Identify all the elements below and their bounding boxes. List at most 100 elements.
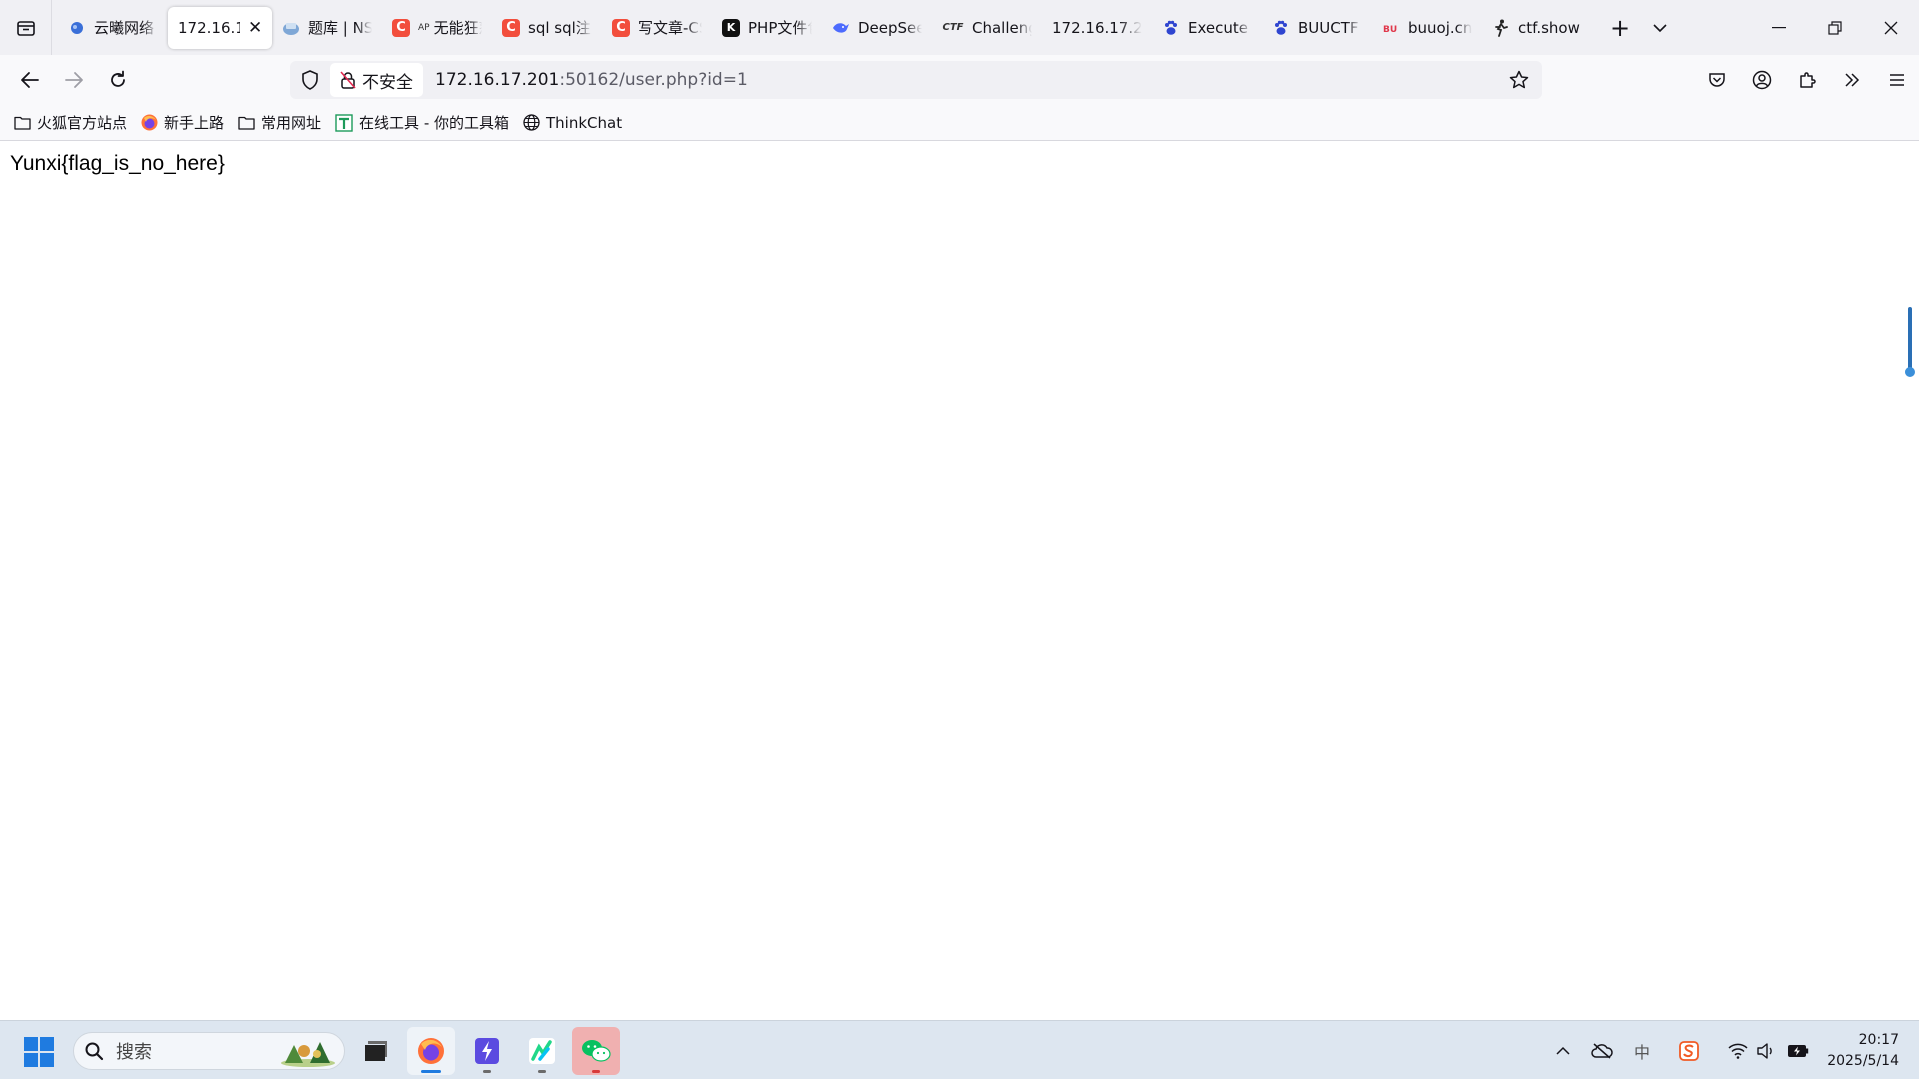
taskbar-app-2[interactable] xyxy=(463,1027,511,1075)
csdn-icon: C xyxy=(502,18,520,37)
taskbar-search[interactable]: 搜索 xyxy=(73,1032,345,1070)
reload-button[interactable] xyxy=(96,60,140,100)
running-indicator xyxy=(538,1070,546,1073)
ime-indicator[interactable]: 中 xyxy=(1629,1021,1655,1080)
close-tab-icon[interactable]: ✕ xyxy=(248,18,262,38)
page-body-text: Yunxi{flag_is_no_here} xyxy=(10,152,225,175)
tab-label: DeepSeek xyxy=(858,18,922,37)
windows-logo-icon-part xyxy=(24,1053,38,1067)
scroll-indicator[interactable] xyxy=(1905,307,1915,377)
bookmarks-toolbar: 火狐官方站点 新手上路 常用网址 在线工具 - 你的工具箱 ThinkChat xyxy=(0,105,1919,141)
csdn-icon: C xyxy=(392,18,410,37)
clock-date: 2025/5/14 xyxy=(1827,1053,1899,1069)
folder-icon xyxy=(14,116,31,130)
close-window-button[interactable] xyxy=(1863,0,1919,55)
forward-button[interactable] xyxy=(52,60,96,100)
tab-label: sql sql注入 xyxy=(528,19,592,37)
tab-csdn-1[interactable]: C AP 无能狂怒 xyxy=(382,7,492,49)
onedrive-tray[interactable] xyxy=(1588,1021,1616,1080)
firefox-view-icon xyxy=(16,20,35,36)
star-icon xyxy=(1509,70,1529,89)
tab-ip-2[interactable]: 172.16.17.201 xyxy=(1042,7,1152,49)
restore-button[interactable] xyxy=(1807,0,1863,55)
security-label: 不安全 xyxy=(362,72,413,93)
extensions-button[interactable] xyxy=(1784,55,1829,105)
tab-php[interactable]: K PHP文件包含 xyxy=(712,7,822,49)
globe-icon xyxy=(523,114,540,131)
task-view-button[interactable] xyxy=(352,1027,400,1075)
task-view-icon xyxy=(365,1041,387,1061)
clock-time: 20:17 xyxy=(1858,1032,1899,1048)
more-tools-button[interactable] xyxy=(1829,55,1874,105)
pocket-icon xyxy=(1708,73,1725,87)
tab-label: ctf.show xyxy=(1518,18,1580,37)
taskbar-app-3[interactable] xyxy=(518,1027,566,1075)
tab-execute[interactable]: Execute xyxy=(1152,7,1262,49)
pycharm-style-app-icon xyxy=(529,1038,555,1064)
minimize-button[interactable] xyxy=(1751,0,1807,55)
battery-tray[interactable] xyxy=(1784,1021,1812,1080)
firefox-icon xyxy=(141,114,158,131)
bookmark-star-button[interactable] xyxy=(1504,61,1534,99)
taskbar-wechat[interactable] xyxy=(572,1027,620,1075)
tracking-protection-button[interactable] xyxy=(290,61,330,99)
tab-buuctf[interactable]: BUUCTF xyxy=(1262,7,1372,49)
bookmark-online-tools[interactable]: 在线工具 - 你的工具箱 xyxy=(335,109,509,137)
bookmark-common-sites[interactable]: 常用网址 xyxy=(238,109,321,137)
ctf-icon: CTF xyxy=(942,22,964,33)
tab-csdn-2[interactable]: C sql sql注入 xyxy=(492,7,602,49)
tab-challenges[interactable]: CTF Challenges xyxy=(932,7,1042,49)
back-button[interactable] xyxy=(8,60,52,100)
tab-yunxi[interactable]: 云曦网络 xyxy=(58,7,168,49)
ime-label: 中 xyxy=(1633,1042,1650,1062)
show-hidden-icons-button[interactable] xyxy=(1550,1021,1576,1080)
tab-label: 题库 | NSSCTF xyxy=(308,19,372,37)
lightning-app-icon xyxy=(475,1038,499,1064)
volume-tray[interactable] xyxy=(1753,1021,1779,1080)
tab-strip: 云曦网络 172.16.17.201 ✕ 题库 | NSSCTF C AP 无能… xyxy=(0,0,1919,55)
toolbar-right xyxy=(1694,55,1919,105)
new-tab-button[interactable]: + xyxy=(1600,8,1640,48)
search-highlight-illustration-icon xyxy=(281,1042,335,1067)
start-button[interactable] xyxy=(24,1037,54,1067)
url-path: :50162/user.php?id=1 xyxy=(559,70,748,90)
taskbar-firefox[interactable] xyxy=(407,1027,455,1075)
windows-logo-icon xyxy=(24,1037,38,1051)
tab-deepseek[interactable]: DeepSeek xyxy=(822,7,932,49)
window-controls xyxy=(1751,0,1919,55)
tab-label: buuoj.cn xyxy=(1408,18,1472,37)
system-clock[interactable]: 20:17 2025/5/14 xyxy=(1827,1030,1899,1072)
insecure-lock-icon xyxy=(340,71,356,89)
firefox-icon xyxy=(418,1038,444,1064)
account-button[interactable] xyxy=(1739,55,1784,105)
firefox-view-button[interactable] xyxy=(0,0,52,55)
tab-buuoj[interactable]: BU buuoj.cn xyxy=(1372,7,1482,49)
csdn-icon: C xyxy=(612,18,630,37)
connection-not-secure-button[interactable]: 不安全 xyxy=(330,63,423,97)
k-icon: K xyxy=(722,18,740,37)
bookmark-label: 火狐官方站点 xyxy=(37,114,128,132)
list-all-tabs-button[interactable] xyxy=(1640,8,1680,48)
sogou-tray[interactable] xyxy=(1676,1021,1702,1080)
pocket-button[interactable] xyxy=(1694,55,1739,105)
wifi-icon xyxy=(1728,1043,1748,1059)
tab-ctfshow[interactable]: ctf.show xyxy=(1482,7,1600,49)
wechat-icon xyxy=(582,1040,611,1062)
scroll-indicator-bar xyxy=(1908,307,1912,373)
chevron-up-icon xyxy=(1556,1046,1570,1055)
network-tray[interactable] xyxy=(1724,1021,1752,1080)
app-menu-button[interactable] xyxy=(1874,55,1919,105)
active-indicator xyxy=(421,1070,441,1073)
tab-active-user-php[interactable]: 172.16.17.201 ✕ xyxy=(168,6,272,49)
bookmark-getting-started[interactable]: 新手上路 xyxy=(141,109,224,137)
tab-nssctf[interactable]: 题库 | NSSCTF xyxy=(272,7,382,49)
url-text[interactable]: 172.16.17.201:50162/user.php?id=1 xyxy=(435,70,748,90)
bookmark-thinkchat[interactable]: ThinkChat xyxy=(523,109,622,137)
windows-taskbar: 搜索 中 20:17 2025/5/14 xyxy=(0,1020,1919,1079)
baidu-paw-icon xyxy=(1272,19,1290,37)
sogou-s-icon xyxy=(1679,1040,1699,1061)
bookmark-firefox-official[interactable]: 火狐官方站点 xyxy=(14,109,127,137)
tab-csdn-3[interactable]: C 写文章-CSDN xyxy=(602,7,712,49)
tab-prefix: AP xyxy=(418,22,430,33)
url-bar[interactable]: 不安全 172.16.17.201:50162/user.php?id=1 xyxy=(290,61,1542,99)
